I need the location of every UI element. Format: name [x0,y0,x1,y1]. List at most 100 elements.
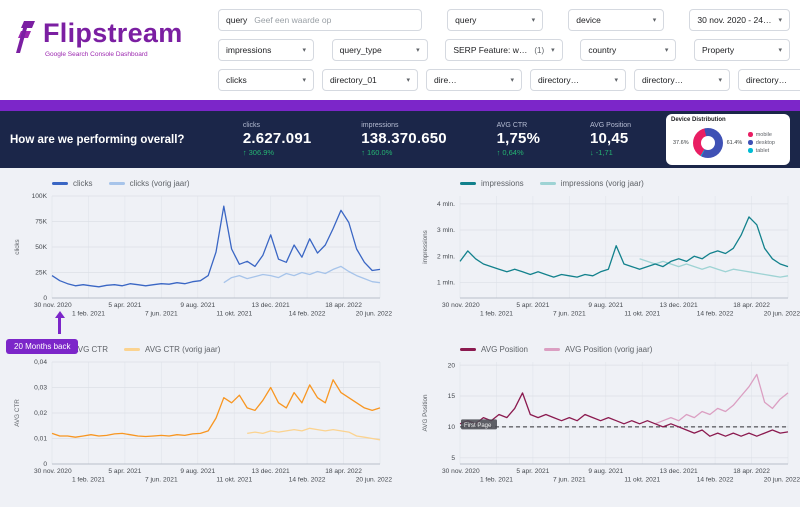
y-tick-label: 3 mln. [437,227,455,234]
legend-dot [748,132,753,137]
x-tick-label: 7 jun. 2021 [553,311,586,318]
filter-query-type[interactable]: query_type ▾ [331,39,428,61]
filter-label: directory… [538,75,580,85]
brand-name: Flipstream [43,18,183,48]
brand-text: Flipstream Google Search Console Dashboa… [43,18,183,59]
kpi-group: clicks 2.627.091 ↑ 306.9% impressions 138… [218,122,656,157]
filter-query-search[interactable]: query Geef een waarde op [218,9,422,31]
device-distribution-card: Device Distribution 37.6% 61.4% mobile de… [666,114,790,165]
filter-label: query [226,15,248,25]
filter-serp-feature[interactable]: SERP Feature: w… (1) ▾ [445,39,563,61]
legend-item-avg-ctr-vorig-jaar[interactable]: AVG CTR (vorig jaar) [123,345,220,354]
x-tick-label: 11 okt. 2021 [216,311,252,318]
chart-canvas-avg-ctr[interactable]: 30 nov. 20201 feb. 20215 apr. 2021 7 jun.… [10,357,392,490]
filter-panel: query Geef een waarde op query ▾ device ▾ 30 n… [218,6,800,96]
chevron-down-icon: ▾ [664,46,669,54]
legend-item-avg-position[interactable]: AVG Position [460,345,528,354]
chart-avg-position: AVG Position AVG Position (vorig jaar) 30 … [418,344,800,504]
filter-impressions[interactable]: impressions ▾ [218,39,314,61]
chevron-down-icon: ▾ [652,16,657,24]
legend-swatch [108,182,125,185]
filter-label: dire… [434,75,457,85]
chart-legend-clicks: clicks clicks (vorig jaar) [52,178,382,189]
filter-country[interactable]: country ▾ [580,39,677,61]
donut-label-desktop: 61.4% [726,139,743,146]
filter-row-3: clicks ▾ directory_01 ▾ dire… ▾ directory… ▾ dir… [218,69,800,91]
x-tick-label: 14 feb. 2022 [289,476,326,483]
x-tick-label: 18 apr. 2022 [325,468,362,475]
chevron-down-icon: ▾ [302,46,306,54]
x-tick-label: 9 aug. 2021 [180,468,215,475]
filter-label: 30 nov. 2020 - 24… [697,15,772,25]
x-tick-label: 9 aug. 2021 [180,302,215,309]
filter-query-dropdown[interactable]: query ▾ [447,9,544,31]
chevron-down-icon: ▾ [302,76,306,84]
chart-canvas-avg-position[interactable]: 30 nov. 20201 feb. 20215 apr. 2021 7 jun.… [418,357,800,490]
x-tick-label: 1 feb. 2021 [72,311,105,318]
legend-label: desktop [755,139,775,146]
annotation-badge: 20 Months back [6,339,79,354]
filter-device[interactable]: device ▾ [568,9,665,31]
flipstream-logo-icon [16,21,35,53]
chart-canvas-clicks[interactable]: 30 nov. 20201 feb. 20215 apr. 2021 7 jun.… [10,191,392,324]
series-line-avg-ctr-vorig-jaar [247,427,381,440]
x-tick-label: 7 jun. 2021 [145,476,178,483]
series-line-impressions-vorig-jaar [639,258,789,278]
kpi-delta: ↑ 0,64% [497,148,541,157]
x-tick-label: 11 okt. 2021 [624,476,660,483]
legend-item-impressions-vorig-jaar[interactable]: impressions (vorig jaar) [539,179,644,188]
donut-label-mobile: 37.6% [673,139,689,146]
annotation-arrow-icon [54,311,65,334]
kpi-delta: ↑ 160.0% [361,148,447,157]
filter-directory-04[interactable]: directory… ▾ [634,69,730,91]
filter-directory-02[interactable]: dire… ▾ [426,69,522,91]
legend-swatch [52,182,68,185]
annotation: 20 Months back [6,311,79,354]
x-tick-label: 11 okt. 2021 [216,476,252,483]
filter-directory-03[interactable]: directory… ▾ [530,69,626,91]
y-axis-title: clicks [14,239,21,254]
legend-item-clicks[interactable]: clicks [52,179,93,188]
delta-arrow-icon: ↓ [589,148,594,157]
filter-label: directory_01 [330,75,377,85]
chart-legend-impressions: impressions impressions (vorig jaar) [460,178,790,189]
filter-directory-05[interactable]: directory…▾ [738,69,800,91]
x-tick-label: 18 apr. 2022 [325,302,362,309]
device-donut-chart[interactable] [692,127,723,158]
legend-item-clicks-vorig-jaar[interactable]: clicks (vorig jaar) [108,179,190,188]
filter-date-range[interactable]: 30 nov. 2020 - 24… ▾ [689,9,790,31]
filter-clicks[interactable]: clicks ▾ [218,69,314,91]
legend-item-avg-position-vorig-jaar[interactable]: AVG Position (vorig jaar) [543,345,652,354]
kpi-label: AVG Position [589,122,632,129]
series-line-avg-ctr [51,378,381,438]
y-tick-label: 75K [35,219,47,226]
chevron-down-icon: ▾ [778,16,782,24]
x-tick-label: 30 nov. 2020 [34,468,72,475]
chevron-down-icon: ▾ [614,76,618,84]
legend-label: mobile [755,131,772,138]
kpi-clicks: clicks 2.627.091 ↑ 306.9% [243,122,312,157]
y-tick-label: 15 [448,393,456,400]
device-legend-item-desktop: desktop [748,140,775,146]
refline-label: First Page [464,423,492,429]
device-legend: mobile desktop tablet [748,132,775,154]
charts-grid: clicks clicks (vorig jaar) 30 nov. 2020 1 f… [0,168,800,507]
filter-property[interactable]: Property ▾ [694,39,790,61]
x-tick-label: 18 apr. 2022 [733,302,770,309]
filter-label: query [455,15,477,25]
chart-canvas-impressions[interactable]: 30 nov. 20201 feb. 20215 apr. 2021 7 jun.… [418,191,800,324]
chevron-down-icon: ▾ [778,46,782,54]
kpi-value: 2.627.091 [242,130,312,147]
y-tick-label: 0,03 [34,384,47,391]
x-tick-label: 18 apr. 2022 [733,468,770,475]
kpi-avg-position: AVG Position 10,45 ↓ -1,71 [590,122,631,157]
filter-directory-01[interactable]: directory_01 ▾ [322,69,418,91]
chevron-down-icon: ▾ [406,76,410,84]
legend-item-impressions[interactable]: impressions [460,179,524,188]
y-tick-label: 50K [35,244,47,251]
filter-label: directory… [642,75,684,85]
filter-row-2: impressions ▾ query_type ▾ SERP Feature: w… (… [218,39,790,61]
x-tick-label: 30 nov. 2020 [442,302,480,309]
series-line-impressions [459,216,789,278]
filter-label: country [588,45,617,55]
